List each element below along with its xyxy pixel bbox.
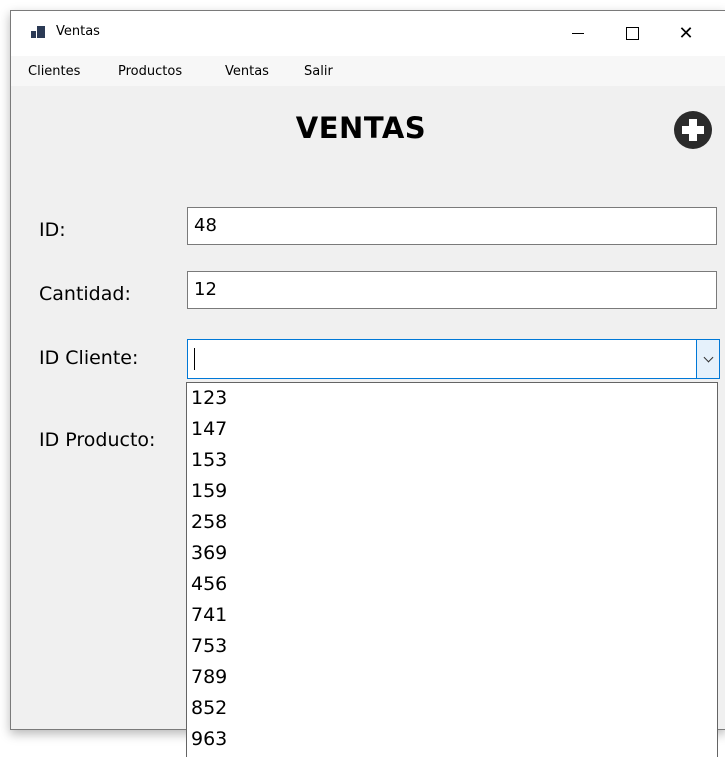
title-bar[interactable]: Ventas ✕ — [11, 11, 725, 56]
screen: Ventas ✕ Clientes Productos Ventas Salir… — [0, 0, 725, 757]
minimize-button[interactable] — [551, 11, 605, 56]
dropdown-option[interactable]: 159 — [187, 476, 717, 507]
chevron-down-icon — [703, 352, 713, 362]
dropdown-option[interactable]: 753 — [187, 631, 717, 662]
maximize-icon — [625, 27, 639, 40]
id-label: ID: — [39, 219, 66, 241]
close-icon: ✕ — [678, 22, 694, 44]
id-cliente-dropdown-list: 123 147 153 159 258 369 456 741 753 789 … — [186, 382, 718, 757]
menu-item-productos[interactable]: Productos — [118, 64, 182, 79]
dropdown-option[interactable]: 147 — [187, 414, 717, 445]
dropdown-option[interactable]: 123 — [187, 383, 717, 414]
dropdown-option[interactable]: 369 — [187, 538, 717, 569]
dropdown-option[interactable]: 258 — [187, 507, 717, 538]
window-title: Ventas — [56, 24, 100, 39]
dropdown-option[interactable]: 741 — [187, 600, 717, 631]
dropdown-option[interactable]: 789 — [187, 662, 717, 693]
id-cliente-label: ID Cliente: — [39, 347, 139, 369]
dropdown-button[interactable] — [696, 340, 719, 378]
id-cliente-combobox[interactable] — [187, 339, 720, 379]
close-button[interactable]: ✕ — [659, 11, 713, 56]
dropdown-option[interactable]: 456 — [187, 569, 717, 600]
id-field[interactable]: 48 — [187, 207, 717, 245]
cantidad-field[interactable]: 12 — [187, 271, 717, 309]
add-sale-button[interactable] — [674, 111, 712, 149]
id-producto-label: ID Producto: — [39, 429, 156, 451]
menu-item-salir[interactable]: Salir — [304, 64, 333, 79]
menu-bar: Clientes Productos Ventas Salir — [11, 56, 725, 86]
text-caret — [194, 348, 195, 370]
cantidad-label: Cantidad: — [39, 283, 131, 305]
menu-item-clientes[interactable]: Clientes — [28, 64, 80, 79]
dropdown-option[interactable]: 963 — [187, 724, 717, 755]
page-title: VENTAS — [295, 111, 427, 145]
minimize-icon — [572, 33, 584, 34]
maximize-button[interactable] — [605, 11, 659, 56]
menu-item-ventas[interactable]: Ventas — [225, 64, 269, 79]
dropdown-option[interactable]: 852 — [187, 693, 717, 724]
app-icon — [31, 26, 45, 38]
dropdown-option[interactable]: 153 — [187, 445, 717, 476]
